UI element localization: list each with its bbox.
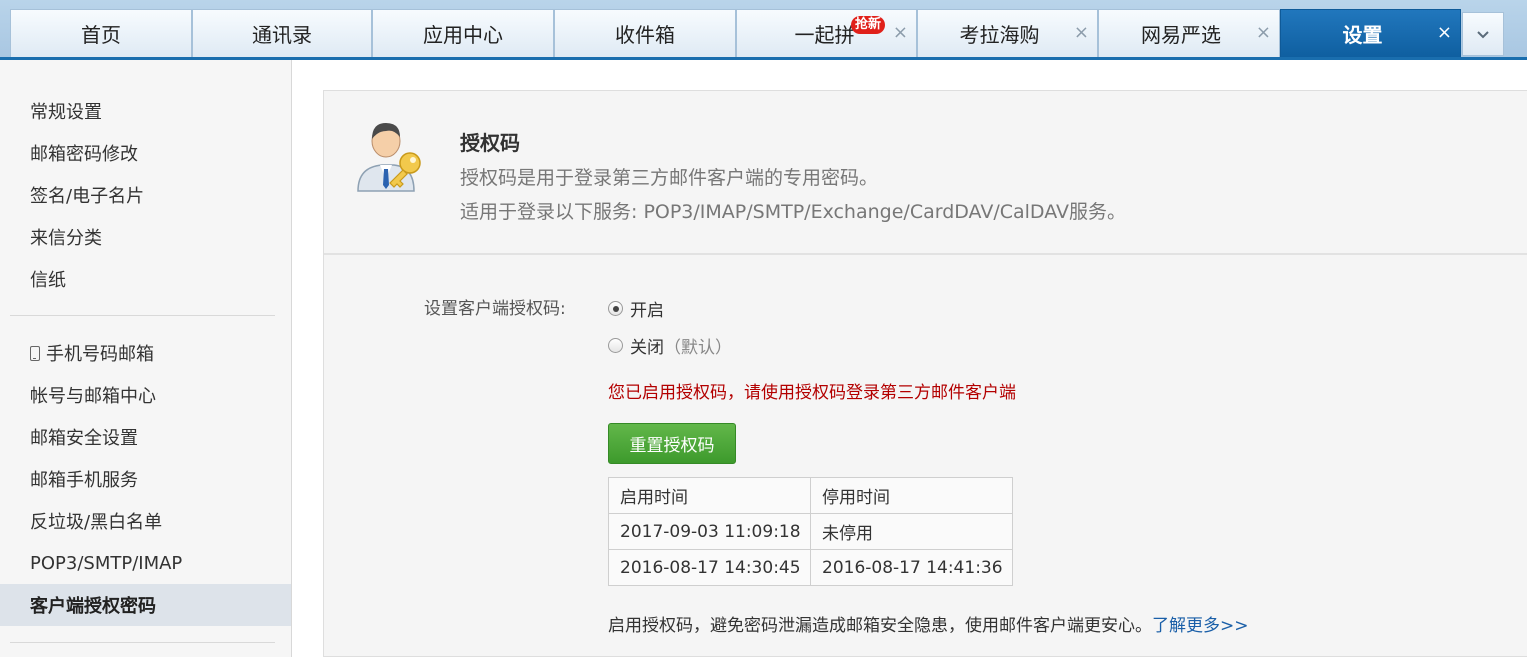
auth-code-history-table: 启用时间 停用时间 2017-09-03 11:09:18 未停用 2016-0… — [608, 477, 1013, 586]
tab-yiqipin[interactable]: 一起拼 抢新 × — [736, 9, 917, 57]
enabled-notice: 您已启用授权码，请使用授权码登录第三方邮件客户端 — [608, 383, 1016, 403]
tab-yanxuan[interactable]: 网易严选 × — [1098, 9, 1280, 57]
radio-label: 关闭 — [630, 338, 664, 358]
table-cell: 2016-08-17 14:41:36 — [810, 549, 1013, 586]
sidebar-item-pop3[interactable]: POP3/SMTP/IMAP — [0, 542, 291, 584]
radio-enable[interactable]: 开启 — [608, 296, 664, 321]
sidebar-item-phone-service[interactable]: 邮箱手机服务 — [0, 458, 291, 500]
radio-disable[interactable]: 关闭 （默认） — [608, 333, 732, 358]
table-cell: 2017-09-03 11:09:18 — [608, 513, 811, 550]
table-cell: 未停用 — [810, 513, 1013, 550]
sidebar-item-password[interactable]: 邮箱密码修改 — [0, 132, 291, 174]
tab-label: 收件箱 — [615, 23, 675, 47]
sidebar-divider — [10, 642, 275, 643]
column-header: 停用时间 — [810, 477, 1013, 514]
reset-auth-code-button[interactable]: 重置授权码 — [608, 423, 736, 464]
tab-kaola[interactable]: 考拉海购 × — [917, 9, 1098, 57]
tab-contacts[interactable]: 通讯录 — [192, 9, 372, 57]
column-header: 启用时间 — [608, 477, 811, 514]
sidebar-item-label: 来信分类 — [30, 228, 102, 249]
chevron-down-icon — [1477, 31, 1489, 39]
tab-settings[interactable]: 设置 × — [1280, 9, 1461, 57]
auth-code-panel: 授权码 授权码是用于登录第三方邮件客户端的专用密码。 适用于登录以下服务: PO… — [323, 90, 1527, 657]
radio-default-note: （默认） — [664, 338, 732, 358]
sidebar-item-signature[interactable]: 签名/电子名片 — [0, 174, 291, 216]
tab-label: 一起拼 — [794, 23, 855, 47]
table-cell: 2016-08-17 14:30:45 — [608, 549, 811, 586]
settings-sidebar: 常规设置 邮箱密码修改 签名/电子名片 来信分类 信纸 手机号码邮箱 帐号与邮箱… — [0, 60, 292, 657]
tab-label: 设置 — [1342, 23, 1383, 47]
sidebar-item-account-center[interactable]: 帐号与邮箱中心 — [0, 374, 291, 416]
sidebar-item-filter[interactable]: 来信分类 — [0, 216, 291, 258]
sidebar-item-security[interactable]: 邮箱安全设置 — [0, 416, 291, 458]
sidebar-item-label: 信纸 — [30, 270, 66, 291]
learn-more-link[interactable]: 了解更多>> — [1152, 616, 1249, 636]
close-icon[interactable]: × — [1074, 24, 1089, 42]
new-badge: 抢新 — [851, 16, 886, 34]
auth-code-setting-label: 设置客户端授权码: — [424, 299, 566, 319]
page-description-services: 适用于登录以下服务: POP3/IMAP/SMTP/Exchange/CardD… — [460, 201, 1127, 223]
tab-label: 首页 — [81, 23, 121, 47]
sidebar-item-label: 邮箱密码修改 — [30, 144, 138, 165]
sidebar-item-label: 签名/电子名片 — [30, 186, 145, 207]
radio-button[interactable] — [608, 338, 623, 353]
tab-inbox[interactable]: 收件箱 — [554, 9, 736, 57]
sidebar-item-label: 邮箱手机服务 — [30, 470, 138, 491]
close-icon[interactable]: × — [893, 24, 908, 42]
sidebar-item-stationery[interactable]: 信纸 — [0, 258, 291, 300]
radio-button-checked[interactable] — [608, 301, 623, 316]
sidebar-item-label: 帐号与邮箱中心 — [30, 386, 156, 407]
user-key-icon — [357, 123, 421, 192]
sidebar-item-antispam[interactable]: 反垃圾/黑白名单 — [0, 500, 291, 542]
sidebar-item-label: 手机号码邮箱 — [46, 344, 154, 365]
sidebar-item-label: POP3/SMTP/IMAP — [30, 552, 183, 574]
table-row: 2017-09-03 11:09:18 未停用 — [608, 513, 1013, 550]
tab-label: 通讯录 — [252, 23, 312, 47]
tab-label: 考拉海购 — [959, 23, 1040, 47]
radio-label: 开启 — [630, 301, 664, 321]
page-title: 授权码 — [460, 131, 520, 155]
table-row: 2016-08-17 14:30:45 2016-08-17 14:41:36 — [608, 549, 1013, 586]
security-tip: 启用授权码，避免密码泄漏造成邮箱安全隐患，使用邮件客户端更安心。了解更多>> — [608, 611, 1249, 636]
sidebar-divider — [10, 315, 275, 316]
sidebar-item-label: 邮箱安全设置 — [30, 428, 138, 449]
sidebar-item-phone-mailbox[interactable]: 手机号码邮箱 — [0, 332, 291, 374]
security-tip-text: 启用授权码，避免密码泄漏造成邮箱安全隐患，使用邮件客户端更安心。 — [608, 616, 1152, 636]
top-tab-bar: 首页 通讯录 应用中心 收件箱 一起拼 抢新 × 考拉海购 × 网易严选 × 设… — [0, 0, 1527, 60]
sidebar-item-client-auth[interactable]: 客户端授权密码 — [0, 584, 291, 626]
panel-header: 授权码 授权码是用于登录第三方邮件客户端的专用密码。 适用于登录以下服务: PO… — [324, 91, 1527, 255]
table-header-row: 启用时间 停用时间 — [608, 477, 1013, 514]
tab-app-center[interactable]: 应用中心 — [372, 9, 554, 57]
close-icon[interactable]: × — [1256, 24, 1271, 42]
tab-label: 网易严选 — [1141, 23, 1221, 47]
sidebar-item-label: 常规设置 — [30, 102, 102, 123]
tab-label: 应用中心 — [423, 23, 503, 47]
page-description: 授权码是用于登录第三方邮件客户端的专用密码。 — [460, 167, 879, 189]
phone-icon — [30, 345, 40, 361]
close-icon[interactable]: × — [1437, 24, 1452, 42]
sidebar-item-label: 反垃圾/黑白名单 — [30, 512, 163, 533]
sidebar-item-general[interactable]: 常规设置 — [0, 90, 291, 132]
more-tabs-button[interactable] — [1462, 12, 1504, 56]
tab-home[interactable]: 首页 — [10, 9, 192, 57]
sidebar-item-label: 客户端授权密码 — [30, 596, 156, 617]
